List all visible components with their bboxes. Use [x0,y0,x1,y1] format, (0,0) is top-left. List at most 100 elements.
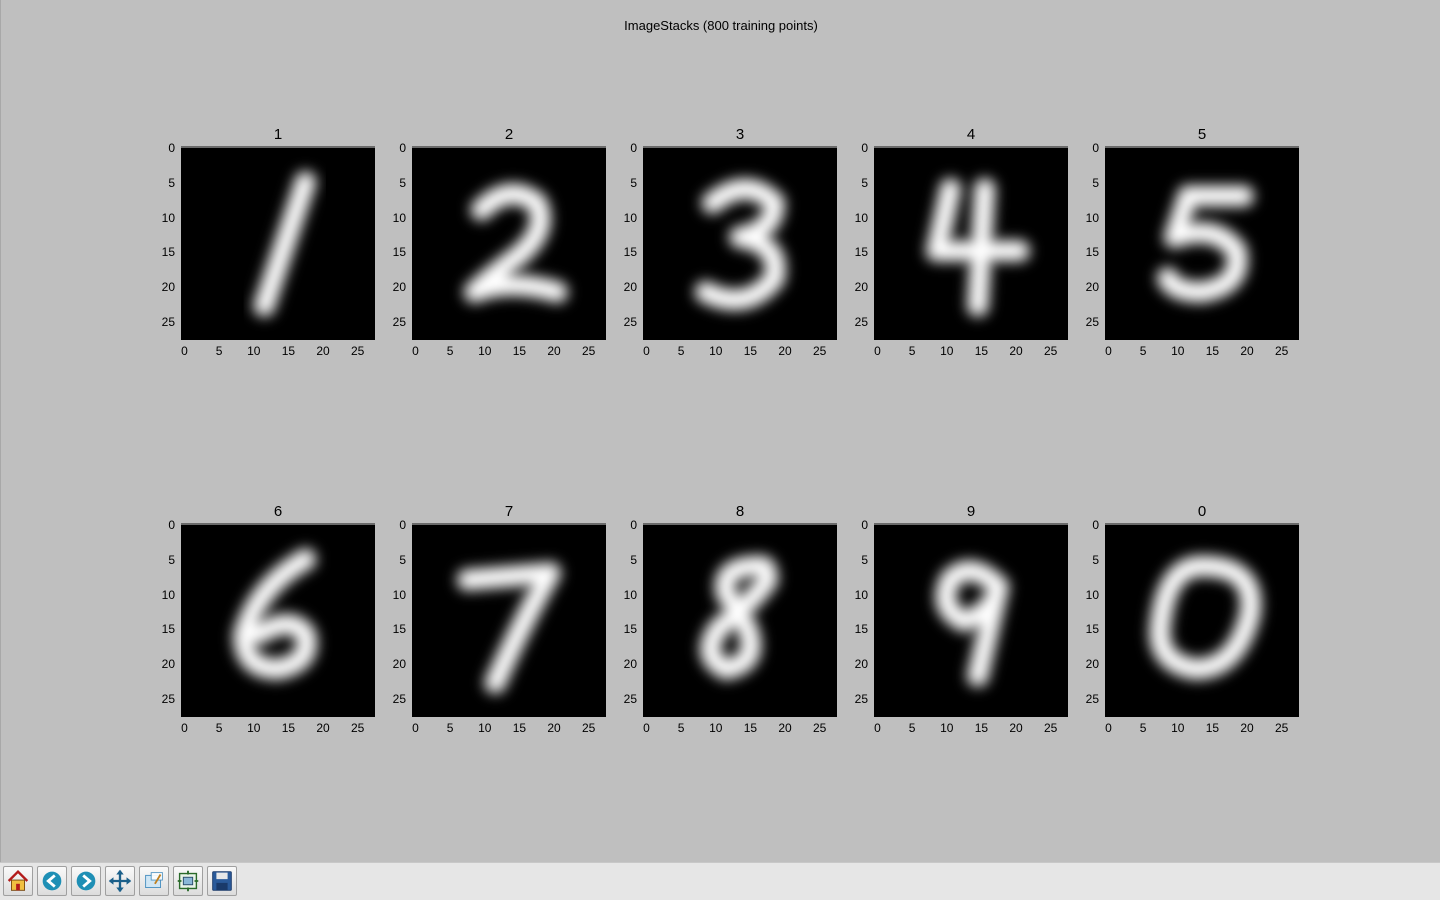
x-tick-label: 20 [778,721,792,735]
x-tick-label: 25 [581,344,596,358]
x-tick-label: 25 [1274,721,1289,735]
subplot-title: 3 [735,126,745,143]
x-tick-label: 10 [247,721,261,735]
x-tick-label: 5 [677,721,685,735]
x-tick-label: 10 [1171,721,1185,735]
x-tick-label: 15 [512,344,527,358]
home-button[interactable] [3,866,33,896]
subplot-title: 4 [966,126,976,143]
x-tick-label: 15 [743,721,758,735]
y-tick-label: 20 [392,657,406,672]
back-button[interactable] [37,866,67,896]
subplot-title: 1 [273,126,283,143]
digit-mean-image [181,146,375,340]
y-tick-label: 5 [861,553,868,568]
x-tick-label: 0 [643,721,650,735]
x-tick-label: 20 [316,344,330,358]
y-tick-label: 10 [392,587,406,602]
y-tick-label: 5 [168,553,175,568]
y-tick-label: 20 [392,280,406,295]
y-tick-label: 25 [623,691,637,706]
subplot-digit-3: 3 0 5 10 15 20 25 0 5 10 15 20 25 [624,126,837,358]
x-tick-label: 5 [677,344,685,358]
x-tick-label: 15 [743,344,758,358]
x-tick-label: 5 [446,721,454,735]
y-tick-label: 0 [861,141,868,156]
subplot-digit-4: 4 0 5 10 15 20 25 0 5 10 15 20 25 [855,126,1068,358]
subplot-digit-7: 7 0 5 10 15 20 25 0 5 10 15 20 25 [393,503,606,735]
x-tick-label: 5 [908,344,916,358]
x-tick-label: 25 [1043,344,1058,358]
x-tick-label: 0 [181,721,188,735]
digit-image-svg [644,525,836,717]
x-tick-label: 20 [316,721,330,735]
x-tick-label: 25 [581,721,596,735]
forward-button[interactable] [71,866,101,896]
digit-mean-image [181,523,375,717]
subplot-digit-2: 2 0 5 10 15 20 25 0 5 10 15 20 25 [393,126,606,358]
y-tick-label: 0 [168,141,175,156]
x-tick-label: 15 [281,721,296,735]
x-tick-label: 15 [512,721,527,735]
x-tick-label: 0 [874,721,881,735]
digit-mean-image [874,523,1068,717]
x-tick-label: 20 [778,344,792,358]
navigation-toolbar [0,862,1440,900]
y-tick-label: 0 [630,518,637,533]
x-tick-label: 20 [1009,721,1023,735]
subplot-title: 9 [966,503,976,520]
figure-suptitle: ImageStacks (800 training points) [624,18,818,33]
y-tick-label: 15 [854,622,868,637]
x-tick-label: 10 [478,721,492,735]
x-tick-label: 15 [281,344,296,358]
x-tick-label: 25 [350,721,365,735]
x-tick-label: 10 [940,721,954,735]
x-tick-label: 15 [1205,721,1220,735]
x-tick-label: 10 [1171,344,1185,358]
y-tick-label: 0 [168,518,175,533]
y-tick-label: 10 [623,210,637,225]
y-tick-label: 5 [399,176,406,191]
x-tick-label: 20 [1240,721,1254,735]
y-tick-label: 10 [854,587,868,602]
digit-image-svg [413,148,605,340]
subplots-button[interactable] [173,866,203,896]
x-tick-label: 25 [812,721,827,735]
y-tick-label: 5 [861,176,868,191]
digit-mean-image [643,523,837,717]
y-tick-label: 25 [854,691,868,706]
x-tick-label: 10 [709,721,723,735]
x-tick-label: 15 [974,721,989,735]
y-tick-label: 10 [392,210,406,225]
subplot-digit-0: 0 0 5 10 15 20 25 0 5 10 15 20 25 [1086,503,1299,735]
y-tick-label: 5 [1092,553,1099,568]
y-tick-label: 20 [854,657,868,672]
home-icon [4,867,32,895]
x-tick-label: 0 [643,344,650,358]
x-tick-label: 5 [446,344,454,358]
x-tick-label: 15 [974,344,989,358]
y-tick-label: 20 [161,657,175,672]
back-arrow-icon [38,867,66,895]
subplot-digit-9: 9 0 5 10 15 20 25 0 5 10 15 20 25 [855,503,1068,735]
y-tick-label: 20 [623,657,637,672]
x-tick-label: 10 [709,344,723,358]
y-tick-label: 15 [623,245,637,260]
x-tick-label: 25 [1043,721,1058,735]
y-tick-label: 5 [168,176,175,191]
y-tick-label: 25 [854,314,868,329]
y-tick-label: 20 [623,280,637,295]
digit-image-svg [413,525,605,717]
y-tick-label: 15 [392,622,406,637]
zoom-button[interactable] [139,866,169,896]
y-tick-label: 15 [161,245,175,260]
x-tick-label: 5 [1139,721,1147,735]
pan-button[interactable] [105,866,135,896]
digit-image-svg [1106,525,1298,717]
figure-canvas[interactable]: ImageStacks (800 training points) 1 0 5 10 1… [0,0,1440,862]
x-tick-label: 10 [940,344,954,358]
subplot-title: 8 [735,503,745,520]
x-tick-label: 0 [1105,721,1112,735]
y-tick-label: 25 [161,691,175,706]
save-button[interactable] [207,866,237,896]
